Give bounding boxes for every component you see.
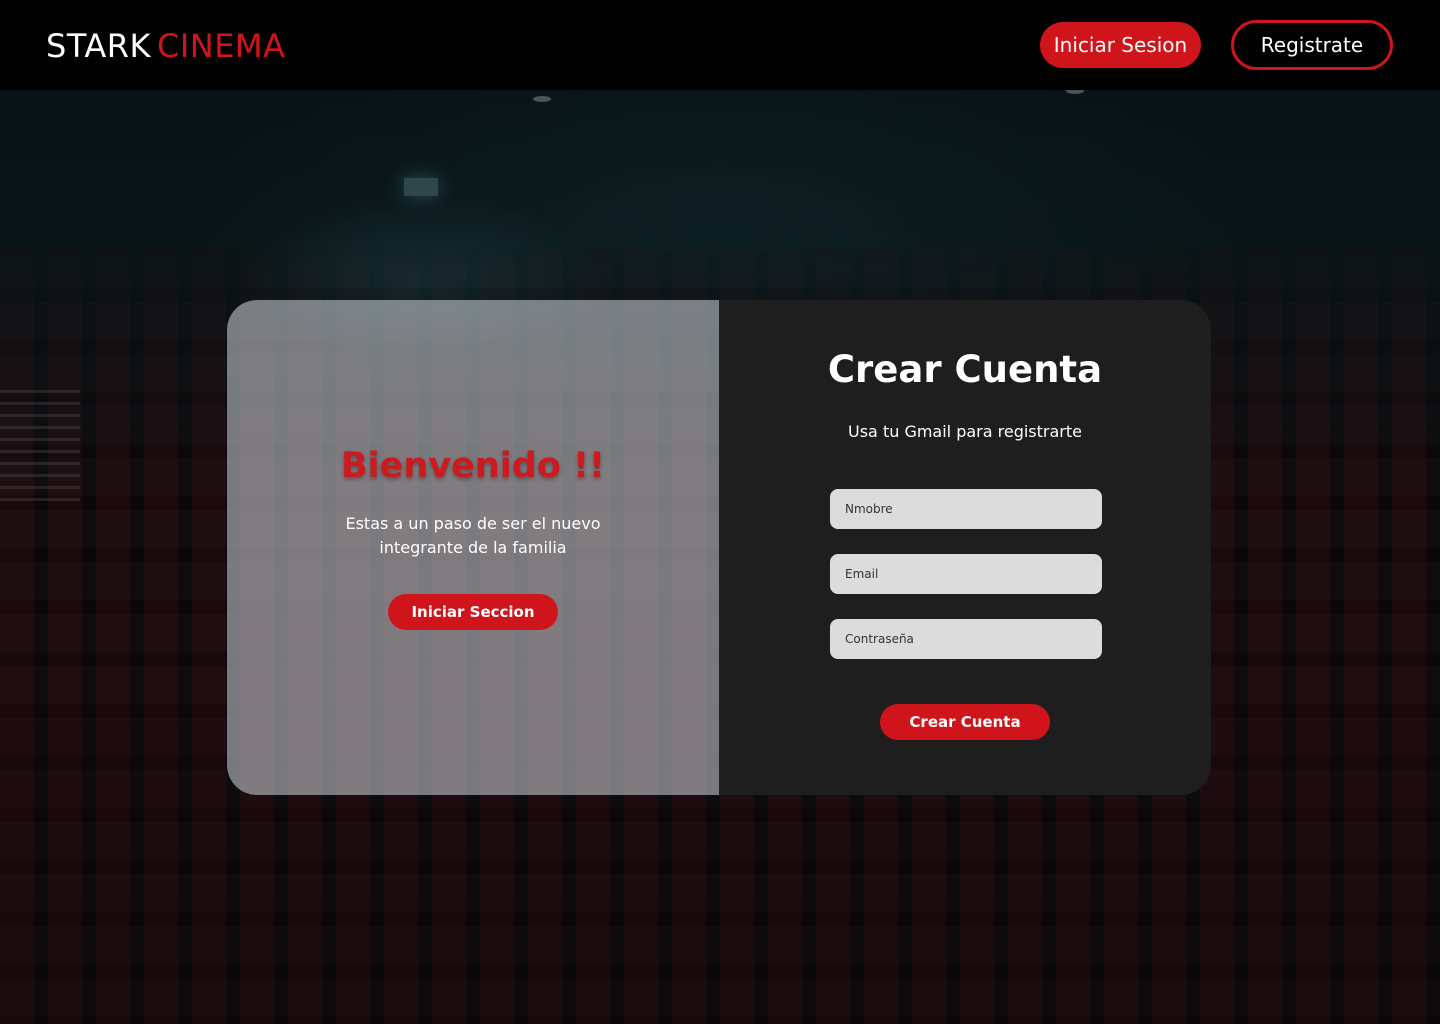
password-input[interactable]	[830, 619, 1102, 659]
login-button[interactable]: Iniciar Sesion	[1040, 22, 1201, 68]
brand-logo[interactable]: STARK CINEMA	[46, 26, 285, 66]
welcome-text: Estas a un paso de ser el nuevo integran…	[345, 514, 601, 557]
form-title: Crear Cuenta	[827, 348, 1103, 391]
auth-card: Bienvenido !! Estas a un paso de ser el …	[227, 300, 1211, 795]
email-input[interactable]	[830, 554, 1102, 594]
register-button[interactable]: Registrate	[1231, 20, 1393, 70]
logo-text-stark: STARK	[46, 27, 151, 65]
welcome-panel: Bienvenido !! Estas a un paso de ser el …	[227, 300, 719, 795]
create-account-button[interactable]: Crear Cuenta	[880, 704, 1050, 740]
logo-text-cinema: CINEMA	[156, 27, 286, 65]
form-subtitle: Usa tu Gmail para registrarte	[848, 422, 1082, 441]
name-input[interactable]	[830, 489, 1102, 529]
register-form-panel: Crear Cuenta Usa tu Gmail para registrar…	[719, 300, 1211, 795]
sign-in-button[interactable]: Iniciar Seccion	[388, 594, 558, 630]
top-navbar: STARK CINEMA Iniciar Sesion Registrate	[0, 0, 1440, 90]
welcome-title: Bienvenido !!	[340, 446, 605, 486]
